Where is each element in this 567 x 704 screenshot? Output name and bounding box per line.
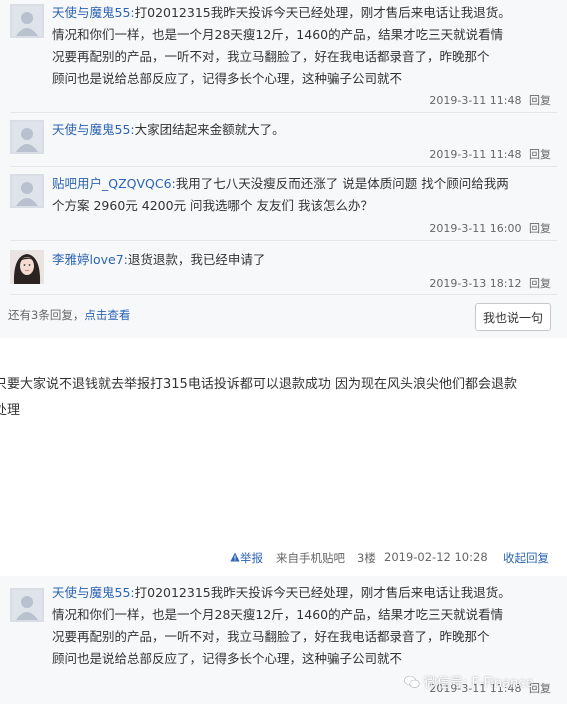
avatar[interactable]	[10, 120, 44, 154]
post-line: 处理	[0, 403, 21, 418]
reply-content-line: 打02012315我昨天投诉今天已经处理，刚才售后来电话让我退货。	[134, 5, 511, 20]
divider	[10, 240, 557, 241]
reply-time: 2019-3-11 16:00	[429, 222, 522, 235]
reply-time: 2019-3-11 11:48	[429, 94, 522, 107]
reply-username[interactable]: 天使与魔鬼55:	[52, 5, 135, 20]
more-replies: 还有3条回复，点击查看	[8, 307, 130, 323]
collapse-replies-button[interactable]: 收起回复	[503, 550, 549, 566]
sub-reply-text: 天使与魔鬼55:大家团结起来金额就大了。	[52, 119, 549, 141]
post-time: 2019-02-12 10:28	[384, 550, 488, 564]
default-avatar-icon	[12, 176, 42, 206]
reply-time: 2019-3-11 11:48	[429, 148, 522, 161]
reply-username[interactable]: 天使与魔鬼55:	[52, 122, 135, 137]
reply-meta: 2019-3-11 11:48 回复	[429, 146, 551, 162]
reply-username[interactable]: 李雅婷love7:	[52, 252, 128, 267]
reply-content-line: 个方案 2960元 4200元 问我选哪个 友友们 我该怎么办？	[52, 198, 373, 213]
reply-content-line: 况要再配别的产品，一听不对，我立马翻脸了，好在我电话都录音了，昨晚那个	[52, 49, 490, 64]
sub-reply-panel: 天使与魔鬼55:打02012315我昨天投诉今天已经处理，刚才售后来电话让我退货…	[0, 0, 567, 338]
reply-content-line: 大家团结起来金额就大了。	[134, 122, 285, 137]
default-avatar-icon	[12, 122, 42, 152]
reply-button[interactable]: 回复	[529, 222, 551, 235]
wechat-watermark: 微信号: F-Finance	[404, 672, 533, 691]
reply-content-line: 我用了七八天没瘦反而还涨了 说是体质问题 找个顾问给我两	[175, 176, 509, 191]
floor-number: 3楼	[357, 551, 376, 565]
avatar[interactable]	[10, 588, 44, 622]
floor-post-content: 只要大家说不退钱就去举报打315电话投诉都可以退款成功 因为现在风头浪尖他们都会…	[0, 372, 562, 424]
sub-reply-text: 贴吧用户_QZQVQC6:我用了七八天没瘦反而还涨了 说是体质问题 找个顾问给我…	[52, 173, 549, 217]
report-link[interactable]: 举报	[230, 550, 263, 565]
reply-content-line: 顾问也是说给总部反应了，记得多长个心理，这种骗子公司就不	[52, 71, 403, 86]
divider	[10, 166, 557, 167]
default-avatar-icon	[12, 590, 42, 620]
sub-reply-text: 李雅婷love7:退货退款，我已经申请了	[52, 249, 549, 271]
reply-meta: 2019-3-13 18:12 回复	[429, 275, 551, 291]
reply-content-line: 退货退款，我已经申请了	[127, 252, 266, 267]
reply-button[interactable]: 回复	[529, 148, 551, 161]
avatar[interactable]	[10, 250, 44, 284]
divider	[10, 294, 557, 295]
post-source: 来自手机贴吧	[276, 551, 345, 565]
divider	[10, 112, 557, 113]
view-more-link[interactable]: 点击查看	[84, 308, 130, 322]
avatar[interactable]	[10, 174, 44, 208]
reply-username[interactable]: 贴吧用户_QZQVQC6:	[52, 176, 176, 191]
say-something-button[interactable]: 我也说一句	[475, 303, 551, 331]
warning-icon	[230, 552, 240, 562]
post-line: 只要大家说不退钱就去举报打315电话投诉都可以退款成功 因为现在风头浪尖他们都会…	[0, 377, 517, 392]
reply-content-line: 情况和你们一样，也是一个月28天瘦12斤，1460的产品，结果才吃三天就说看情	[52, 607, 504, 622]
more-replies-text: 还有3条回复，	[8, 308, 85, 322]
reply-time: 2019-3-13 18:12	[429, 277, 522, 290]
report-label: 举报	[240, 551, 263, 565]
sub-reply-text: 天使与魔鬼55:打02012315我昨天投诉今天已经处理，刚才售后来电话让我退货…	[52, 2, 549, 90]
reply-content-line: 况要再配别的产品，一听不对，我立马翻脸了，好在我电话都录音了，昨晚那个	[52, 629, 490, 644]
reply-button[interactable]: 回复	[529, 277, 551, 290]
sub-reply-text: 天使与魔鬼55:打02012315我昨天投诉今天已经处理，刚才售后来电话让我退货…	[52, 582, 549, 670]
reply-meta: 2019-3-11 11:48 回复	[429, 92, 551, 108]
wechat-icon	[404, 675, 420, 688]
reply-content-line: 情况和你们一样，也是一个月28天瘦12斤，1460的产品，结果才吃三天就说看情	[52, 27, 504, 42]
avatar[interactable]	[10, 4, 44, 38]
reply-meta: 2019-3-11 16:00 回复	[429, 220, 551, 236]
user-photo-avatar-icon	[10, 250, 44, 284]
reply-content-line: 打02012315我昨天投诉今天已经处理，刚才售后来电话让我退货。	[134, 585, 511, 600]
reply-username[interactable]: 天使与魔鬼55:	[52, 585, 135, 600]
default-avatar-icon	[12, 6, 42, 36]
watermark-text: 微信号: F-Finance	[424, 676, 534, 691]
reply-content-line: 顾问也是说给总部反应了，记得多长个心理，这种骗子公司就不	[52, 651, 403, 666]
reply-button[interactable]: 回复	[529, 94, 551, 107]
post-page: 天使与魔鬼55:打02012315我昨天投诉今天已经处理，刚才售后来电话让我退货…	[0, 0, 567, 704]
